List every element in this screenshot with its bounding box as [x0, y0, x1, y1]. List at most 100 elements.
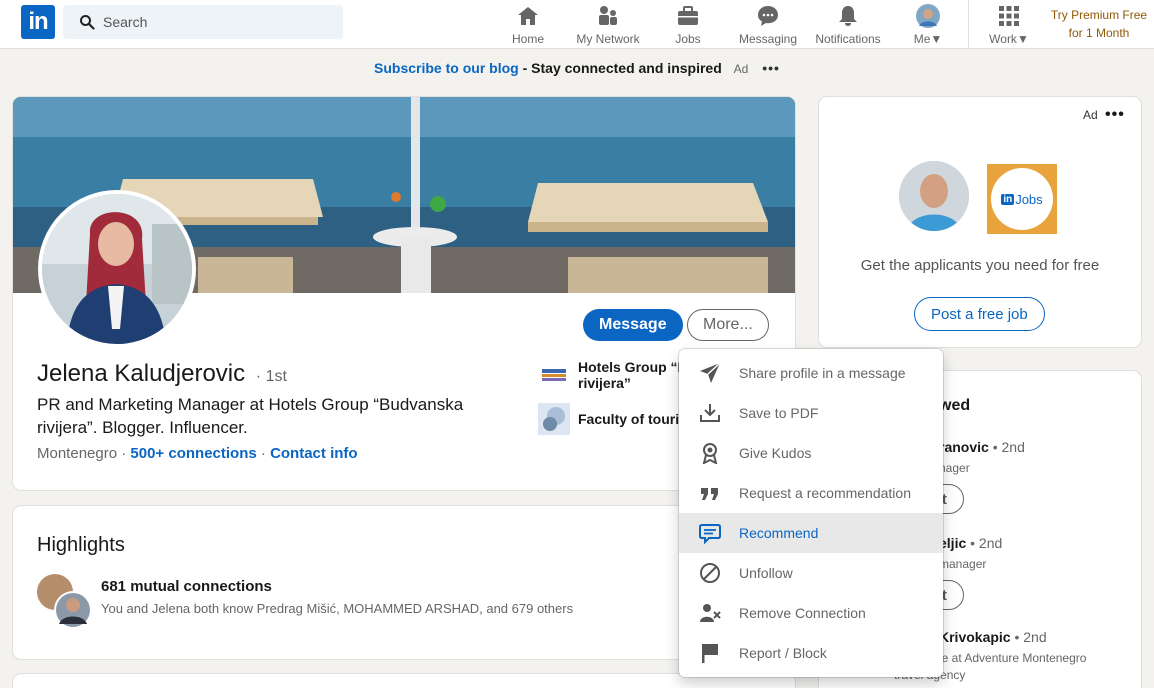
more-actions-menu: Share profile in a message Save to PDF G… [679, 349, 943, 677]
ad-person-avatar [899, 161, 969, 231]
experience-name: Hotels Group “B [578, 359, 688, 375]
profile-photo[interactable] [38, 190, 196, 348]
faculty-logo [538, 403, 570, 435]
menu-item-label: Unfollow [739, 565, 793, 581]
search-input[interactable] [103, 14, 323, 30]
block-icon [699, 562, 721, 584]
flag-icon [699, 642, 721, 664]
connections-link[interactable]: 500+ connections [130, 445, 256, 462]
menu-item-share-profile[interactable]: Share profile in a message [679, 353, 943, 393]
nav-work[interactable]: Work▼ [985, 0, 1033, 48]
menu-item-request-recommendation[interactable]: Request a recommendation [679, 473, 943, 513]
menu-item-unfollow[interactable]: Unfollow [679, 553, 943, 593]
contact-info-link[interactable]: Contact info [270, 445, 358, 462]
mutual-connections-detail: You and Jelena both know Predrag Mišić, … [101, 601, 574, 616]
more-options-icon[interactable]: ••• [1105, 106, 1125, 124]
ad-banner-link[interactable]: Subscribe to our blog [374, 60, 519, 76]
more-button[interactable]: More... [687, 309, 769, 341]
nav-jobs[interactable]: Jobs [668, 0, 708, 48]
nav-me-label: Me▼ [913, 32, 943, 46]
person-name: eljic [939, 535, 967, 551]
search-bar[interactable] [63, 5, 343, 39]
menu-item-save-pdf[interactable]: Save to PDF [679, 393, 943, 433]
separator-dot: · [117, 445, 131, 462]
connection-degree: · 1st [255, 368, 287, 385]
person-name: ranovic [939, 439, 989, 455]
ad-banner-separator: - [518, 60, 532, 76]
nav-notifications-label: Notifications [815, 32, 881, 46]
menu-item-give-kudos[interactable]: Give Kudos [679, 433, 943, 473]
more-options-icon[interactable]: ••• [762, 60, 780, 76]
ad-text: Get the applicants you need for free [860, 257, 1100, 274]
home-icon [515, 3, 541, 29]
remove-person-icon [699, 602, 721, 624]
nav-home[interactable]: Home [507, 0, 549, 48]
person-degree: • 2nd [992, 439, 1025, 455]
chevron-down-icon: ▼ [1016, 32, 1029, 46]
people-viewed-item[interactable]: ranovic • 2nd nager [939, 439, 1025, 475]
nav-messaging[interactable]: Messaging [738, 0, 798, 48]
jobs-label: Jobs [1015, 191, 1043, 207]
nav-notifications[interactable]: Notifications [813, 0, 883, 48]
chat-bubble-icon [699, 522, 721, 544]
experience-item-hotels[interactable]: Hotels Group “B rivijera” [538, 359, 688, 391]
people-viewed-title: wed [939, 397, 971, 414]
message-button[interactable]: Message [583, 309, 683, 341]
send-icon [699, 362, 721, 384]
try-premium-link[interactable]: Try Premium Free for 1 Month [1045, 6, 1153, 42]
top-navigation-bar: in Home My Network Jobs Messaging Notifi… [0, 0, 1154, 49]
mutual-connections-link[interactable]: 681 mutual connections [101, 578, 272, 595]
menu-item-label: Give Kudos [739, 445, 812, 461]
menu-item-report-block[interactable]: Report / Block [679, 633, 943, 673]
bell-icon [835, 3, 861, 29]
ad-label: Ad [1083, 108, 1098, 122]
person-degree: • 2nd [1014, 629, 1047, 645]
experience-name: Faculty of touris [578, 411, 687, 427]
linkedin-logo[interactable]: in [21, 5, 55, 39]
post-free-job-button[interactable]: Post a free job [914, 297, 1045, 331]
search-icon [80, 15, 95, 30]
nav-divider [968, 0, 969, 48]
menu-item-label: Share profile in a message [739, 365, 906, 381]
award-icon [699, 442, 721, 464]
grid-icon [996, 3, 1022, 29]
jobs-in-badge: in [1001, 193, 1015, 205]
nav-my-network[interactable]: My Network [572, 0, 644, 48]
person-degree: • 2nd [970, 535, 1003, 551]
hotels-group-logo [538, 359, 570, 391]
separator-dot: · [256, 445, 271, 462]
experience-item-faculty[interactable]: Faculty of touris [538, 403, 687, 435]
nav-jobs-label: Jobs [675, 32, 701, 46]
chevron-down-icon: ▼ [930, 32, 943, 46]
briefcase-icon [675, 3, 701, 29]
nav-my-network-label: My Network [576, 32, 640, 46]
profile-headline: PR and Marketing Manager at Hotels Group… [37, 395, 464, 437]
profile-card: Message More... Jelena Kaludjerovic · 1s… [13, 97, 795, 490]
person-headline: nager [939, 461, 970, 475]
people-viewed-item[interactable]: Krivokapic • 2nd le at Adventure Montene… [894, 629, 1087, 682]
nav-me[interactable]: Me▼ [908, 0, 948, 48]
premium-line-1: Try Premium Free [1050, 8, 1148, 22]
ad-label: Ad [733, 62, 749, 76]
nav-home-label: Home [511, 32, 544, 46]
person-headline: le at Adventure Montenegro [939, 651, 1087, 665]
menu-item-label: Save to PDF [739, 405, 819, 421]
premium-line-2: for 1 Month [1068, 26, 1130, 40]
menu-item-recommend[interactable]: Recommend [679, 513, 943, 553]
nav-work-label: Work▼ [989, 32, 1029, 46]
nav-messaging-label: Messaging [738, 32, 798, 46]
download-icon [699, 402, 721, 424]
linkedin-jobs-logo: in Jobs [987, 164, 1057, 234]
highlights-title: Highlights [37, 534, 125, 556]
person-name: Krivokapic [939, 629, 1011, 645]
menu-item-remove-connection[interactable]: Remove Connection [679, 593, 943, 633]
network-icon [595, 3, 621, 29]
profile-location-row: Montenegro · 500+ connections · Contact … [37, 445, 358, 462]
profile-name: Jelena Kaludjerovic [37, 360, 246, 387]
profile-name-row: Jelena Kaludjerovic · 1st [37, 360, 287, 388]
people-viewed-item[interactable]: eljic • 2nd manager [939, 535, 1002, 571]
me-avatar [915, 3, 941, 29]
profile-location: Montenegro [37, 445, 118, 462]
highlights-card: Highlights 681 mutual connections You an… [13, 506, 795, 659]
menu-item-label: Remove Connection [739, 605, 866, 621]
